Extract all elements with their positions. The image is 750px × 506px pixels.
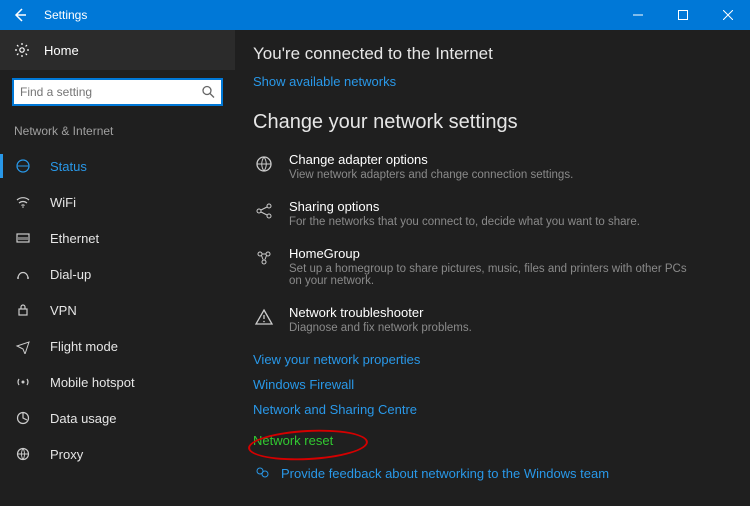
- wifi-icon: [14, 194, 32, 210]
- sidebar-item-wifi[interactable]: WiFi: [0, 184, 235, 220]
- connected-heading: You're connected to the Internet: [253, 44, 728, 64]
- sidebar-group-label: Network & Internet: [0, 116, 235, 148]
- dialup-icon: [14, 266, 32, 282]
- minimize-button[interactable]: [615, 0, 660, 30]
- arrow-left-icon: [12, 7, 28, 23]
- row-adapter-options[interactable]: Change adapter options View network adap…: [253, 152, 728, 181]
- gear-icon: [14, 42, 30, 58]
- row-desc: View network adapters and change connect…: [289, 169, 573, 181]
- sidebar-item-label: Ethernet: [50, 231, 99, 246]
- homegroup-icon: [253, 246, 275, 287]
- airplane-icon: [14, 338, 32, 354]
- show-networks-link[interactable]: Show available networks: [253, 74, 396, 89]
- row-homegroup[interactable]: HomeGroup Set up a homegroup to share pi…: [253, 246, 728, 287]
- globe-icon: [253, 152, 275, 181]
- window-title: Settings: [40, 8, 87, 22]
- sidebar-item-label: Flight mode: [50, 339, 118, 354]
- row-desc: Diagnose and fix network problems.: [289, 322, 472, 334]
- sharing-centre-link[interactable]: Network and Sharing Centre: [253, 402, 728, 417]
- sidebar-item-label: Status: [50, 159, 87, 174]
- sidebar-item-label: Proxy: [50, 447, 83, 462]
- row-desc: For the networks that you connect to, de…: [289, 216, 640, 228]
- feedback-link[interactable]: Provide feedback about networking to the…: [253, 464, 728, 482]
- view-properties-link[interactable]: View your network properties: [253, 352, 728, 367]
- vpn-icon: [14, 302, 32, 318]
- network-reset-link[interactable]: Network reset: [253, 433, 333, 448]
- sidebar-item-status[interactable]: Status: [0, 148, 235, 184]
- maximize-icon: [678, 10, 688, 20]
- sidebar-item-label: VPN: [50, 303, 77, 318]
- main-panel[interactable]: You're connected to the Internet Show av…: [235, 30, 750, 506]
- feedback-label: Provide feedback about networking to the…: [281, 466, 609, 481]
- feedback-icon: [253, 464, 271, 482]
- close-button[interactable]: [705, 0, 750, 30]
- row-title: Sharing options: [289, 199, 640, 214]
- sidebar-item-proxy[interactable]: Proxy: [0, 436, 235, 472]
- ethernet-icon: [14, 230, 32, 246]
- sidebar-home-label: Home: [44, 43, 79, 58]
- sidebar-item-vpn[interactable]: VPN: [0, 292, 235, 328]
- sidebar-item-label: WiFi: [50, 195, 76, 210]
- sidebar-item-datausage[interactable]: Data usage: [0, 400, 235, 436]
- hotspot-icon: [14, 374, 32, 390]
- row-title: Network troubleshooter: [289, 305, 472, 320]
- proxy-icon: [14, 446, 32, 462]
- sidebar-item-dialup[interactable]: Dial-up: [0, 256, 235, 292]
- maximize-button[interactable]: [660, 0, 705, 30]
- sidebar-item-label: Dial-up: [50, 267, 91, 282]
- search-input[interactable]: [12, 78, 223, 106]
- sidebar: Home Network & Internet Status WiFi Ethe…: [0, 30, 235, 506]
- datausage-icon: [14, 410, 32, 426]
- titlebar: Settings: [0, 0, 750, 30]
- row-title: Change adapter options: [289, 152, 573, 167]
- sidebar-item-hotspot[interactable]: Mobile hotspot: [0, 364, 235, 400]
- sidebar-item-label: Data usage: [50, 411, 117, 426]
- row-title: HomeGroup: [289, 246, 689, 261]
- close-icon: [723, 10, 733, 20]
- row-sharing-options[interactable]: Sharing options For the networks that yo…: [253, 199, 728, 228]
- sidebar-item-ethernet[interactable]: Ethernet: [0, 220, 235, 256]
- sidebar-home[interactable]: Home: [0, 30, 235, 70]
- minimize-icon: [633, 10, 643, 20]
- warning-icon: [253, 305, 275, 334]
- back-button[interactable]: [0, 0, 40, 30]
- row-desc: Set up a homegroup to share pictures, mu…: [289, 263, 689, 287]
- change-settings-heading: Change your network settings: [253, 111, 728, 134]
- row-troubleshooter[interactable]: Network troubleshooter Diagnose and fix …: [253, 305, 728, 334]
- search-icon: [202, 86, 215, 99]
- status-icon: [14, 158, 32, 174]
- firewall-link[interactable]: Windows Firewall: [253, 377, 728, 392]
- sidebar-item-flightmode[interactable]: Flight mode: [0, 328, 235, 364]
- sharing-icon: [253, 199, 275, 228]
- sidebar-item-label: Mobile hotspot: [50, 375, 135, 390]
